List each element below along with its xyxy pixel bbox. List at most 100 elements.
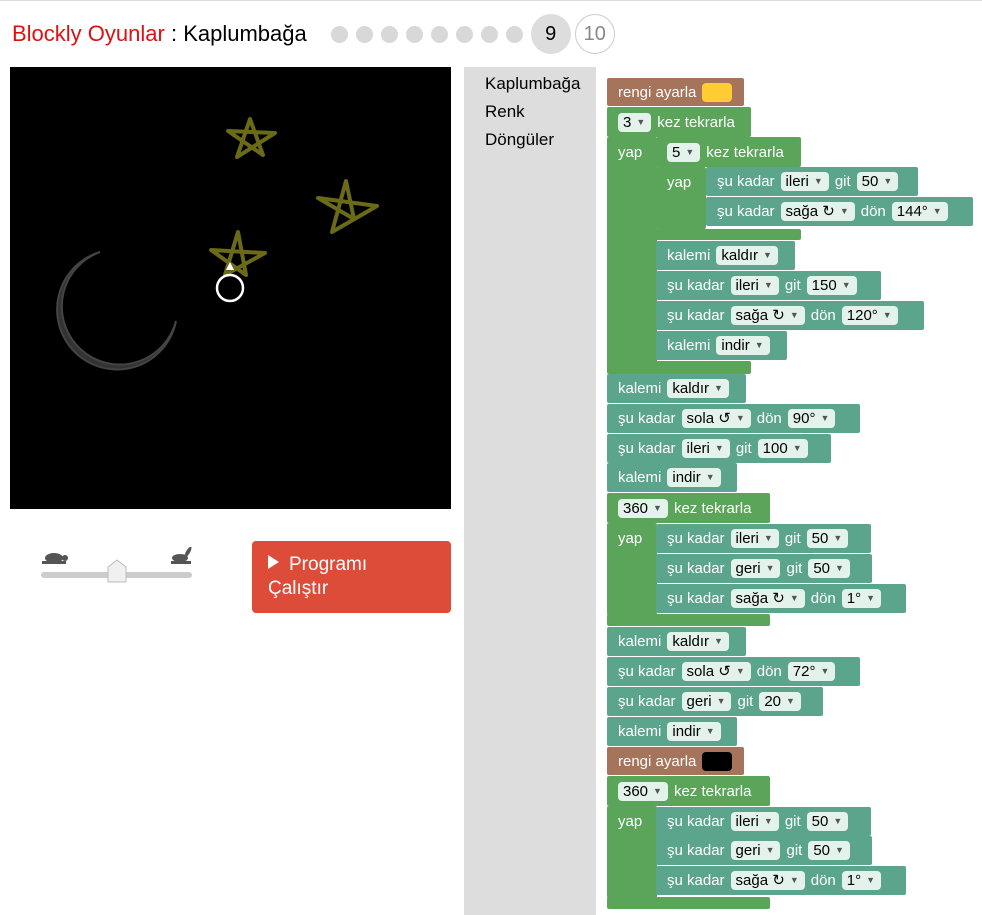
level-dot-5[interactable]: [430, 25, 448, 43]
pen-dropdown[interactable]: kaldır ▼: [667, 632, 729, 651]
level-dot-7[interactable]: [480, 25, 498, 43]
pen-block[interactable]: kalemi kaldır ▼: [607, 627, 746, 656]
turn-direction-dropdown[interactable]: sağa ↻ ▼: [730, 306, 805, 325]
toolbox-category-loops[interactable]: Döngüler: [485, 130, 554, 150]
repeat-block-circle-2[interactable]: 360 ▼ kez tekrarla: [607, 776, 770, 806]
crescent-moon: [56, 251, 177, 371]
direction-dropdown[interactable]: ileri ▼: [730, 529, 779, 548]
angle-field[interactable]: 1° ▼: [841, 589, 882, 608]
next-level[interactable]: 10: [574, 14, 615, 54]
level-dot-4[interactable]: [405, 25, 423, 43]
level-dot-2[interactable]: [355, 25, 373, 43]
turn-block[interactable]: şu kadar sağa ↻ ▼ dön 120° ▼: [656, 301, 924, 330]
slider-knob[interactable]: [107, 559, 127, 583]
current-level[interactable]: 9: [530, 14, 571, 54]
toolbox-category-turtle[interactable]: Kaplumbağa: [485, 74, 580, 94]
direction-dropdown[interactable]: ileri ▼: [730, 812, 779, 831]
turtle-canvas: [10, 67, 451, 509]
turn-block[interactable]: şu kadar sağa ↻ ▼ dön 1° ▼: [656, 866, 906, 895]
repeat-block-circle-1[interactable]: 360 ▼ kez tekrarla: [607, 493, 770, 523]
blockly-workspace[interactable]: rengi ayarla 3 ▼ kez tekrarla yap 5 ▼ kez …: [596, 67, 982, 915]
block-label: git: [784, 530, 801, 547]
pen-block[interactable]: kalemi indir ▼: [607, 463, 737, 492]
canvas-drawing: [56, 117, 379, 371]
distance-field[interactable]: 50 ▼: [806, 812, 849, 831]
level-dot-1[interactable]: [330, 25, 348, 43]
block-label: kez tekrarla: [706, 143, 784, 161]
level-dot-3[interactable]: [380, 25, 398, 43]
repeat-count-field[interactable]: 5 ▼: [667, 142, 701, 162]
block-label: kez tekrarla: [673, 499, 752, 517]
move-block[interactable]: şu kadar ileri ▼ git 50 ▼: [656, 524, 871, 553]
colour-swatch-yellow[interactable]: [702, 82, 733, 102]
turn-direction-dropdown[interactable]: sağa ↻ ▼: [730, 871, 805, 890]
set-colour-block[interactable]: rengi ayarla: [607, 747, 744, 775]
repeat-count-field[interactable]: 360 ▼: [618, 781, 668, 801]
level-dot-6[interactable]: [455, 25, 473, 43]
direction-dropdown[interactable]: ileri ▼: [730, 276, 779, 295]
block-label: dön: [810, 590, 836, 607]
turn-block[interactable]: şu kadar sağa ↻ ▼ dön 1° ▼: [656, 584, 906, 613]
turn-block[interactable]: şu kadar sola ↺ ▼ dön 72° ▼: [607, 657, 860, 686]
turn-direction-dropdown[interactable]: sağa ↻ ▼: [730, 589, 805, 608]
distance-field[interactable]: 20 ▼: [759, 692, 801, 711]
run-program-button[interactable]: Programı Çalıştır: [252, 541, 451, 613]
repeat-circle-1-bottom: [607, 614, 770, 626]
angle-field[interactable]: 120° ▼: [841, 306, 898, 325]
distance-field[interactable]: 50 ▼: [808, 559, 850, 578]
direction-dropdown[interactable]: ileri ▼: [681, 439, 730, 458]
move-block[interactable]: şu kadar ileri ▼ git 50 ▼: [706, 167, 918, 196]
brand-link[interactable]: Blockly Oyunlar: [12, 21, 165, 46]
distance-field[interactable]: 50 ▼: [808, 841, 850, 860]
direction-dropdown[interactable]: ileri ▼: [780, 172, 829, 191]
move-block[interactable]: şu kadar geri ▼ git 20 ▼: [607, 687, 823, 716]
star-1: [226, 117, 277, 159]
toolbox-category-colour[interactable]: Renk: [485, 102, 525, 122]
repeat-block-outer[interactable]: 3 ▼ kez tekrarla: [607, 107, 751, 137]
pen-dropdown[interactable]: kaldır ▼: [716, 246, 778, 265]
level-dot-8[interactable]: [505, 25, 523, 43]
block-label: git: [786, 842, 803, 859]
pen-block[interactable]: kalemi indir ▼: [607, 717, 737, 746]
block-label: git: [784, 277, 801, 294]
move-block[interactable]: şu kadar geri ▼ git 50 ▼: [656, 836, 872, 865]
pen-dropdown[interactable]: indir ▼: [716, 336, 770, 355]
pen-block[interactable]: kalemi indir ▼: [656, 331, 787, 360]
pen-dropdown[interactable]: indir ▼: [667, 722, 721, 741]
colour-swatch-black[interactable]: [702, 751, 733, 771]
angle-field[interactable]: 144° ▼: [891, 202, 948, 221]
repeat-count-field[interactable]: 3 ▼: [618, 112, 652, 132]
turn-direction-dropdown[interactable]: sağa ↻ ▼: [780, 202, 855, 221]
block-label: şu kadar: [618, 693, 676, 710]
speed-slider[interactable]: [38, 545, 198, 590]
turn-block[interactable]: şu kadar sağa ↻ ▼ dön 144° ▼: [706, 197, 973, 226]
move-block[interactable]: şu kadar geri ▼ git 50 ▼: [656, 554, 872, 583]
direction-dropdown[interactable]: geri ▼: [730, 841, 781, 860]
turn-block[interactable]: şu kadar sola ↺ ▼ dön 90° ▼: [607, 404, 860, 433]
block-label: şu kadar: [618, 663, 676, 680]
block-label: şu kadar: [667, 842, 725, 859]
distance-field[interactable]: 100 ▼: [757, 439, 808, 458]
turn-direction-dropdown[interactable]: sola ↺ ▼: [681, 662, 751, 681]
distance-field[interactable]: 50 ▼: [856, 172, 899, 191]
direction-dropdown[interactable]: geri ▼: [681, 692, 732, 711]
move-block[interactable]: şu kadar ileri ▼ git 100 ▼: [607, 434, 831, 463]
distance-field[interactable]: 150 ▼: [806, 276, 857, 295]
repeat-count-field[interactable]: 360 ▼: [618, 498, 668, 518]
block-label: git: [834, 173, 851, 190]
distance-field[interactable]: 50 ▼: [806, 529, 849, 548]
repeat-circle-2-bottom: [607, 897, 770, 909]
pen-block[interactable]: kalemi kaldır ▼: [607, 374, 746, 403]
move-block[interactable]: şu kadar ileri ▼ git 50 ▼: [656, 807, 871, 836]
turn-direction-dropdown[interactable]: sola ↺ ▼: [681, 409, 751, 428]
set-colour-block[interactable]: rengi ayarla: [607, 78, 744, 106]
move-block[interactable]: şu kadar ileri ▼ git 150 ▼: [656, 271, 881, 300]
pen-block[interactable]: kalemi kaldır ▼: [656, 241, 795, 270]
repeat-block-inner[interactable]: 5 ▼ kez tekrarla: [656, 137, 801, 167]
angle-field[interactable]: 90° ▼: [787, 409, 836, 428]
pen-dropdown[interactable]: kaldır ▼: [667, 379, 729, 398]
direction-dropdown[interactable]: geri ▼: [730, 559, 781, 578]
pen-dropdown[interactable]: indir ▼: [667, 468, 721, 487]
angle-field[interactable]: 1° ▼: [841, 871, 882, 890]
angle-field[interactable]: 72° ▼: [787, 662, 836, 681]
